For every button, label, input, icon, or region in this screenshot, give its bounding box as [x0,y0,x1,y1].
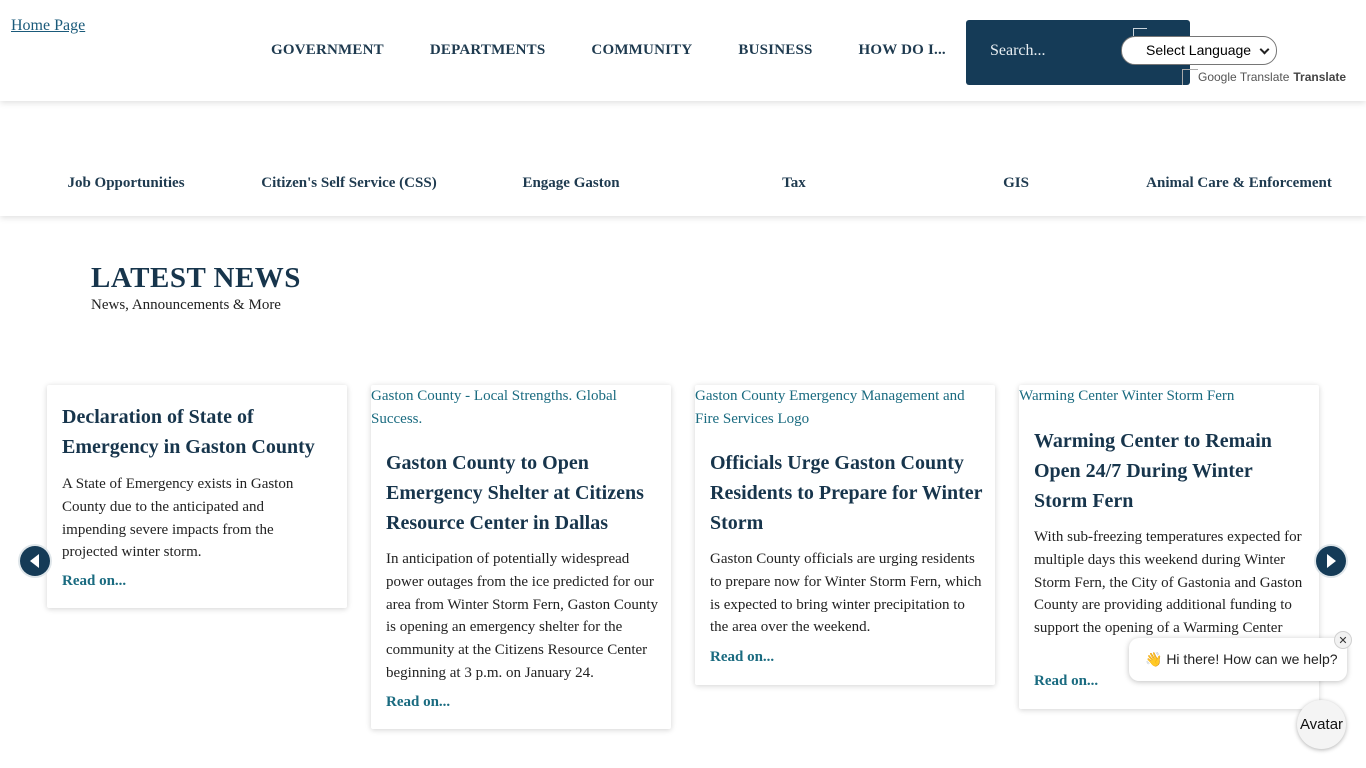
news-card: Gaston County Emergency Management and F… [695,385,995,685]
nav-how-do-i[interactable]: HOW DO I... [836,38,969,62]
news-card-image[interactable]: Gaston County Emergency Management and F… [695,385,990,431]
read-on-link[interactable]: Read on... [386,694,450,711]
arrow-left-icon [30,554,39,568]
main-nav: GOVERNMENT DEPARTMENTS COMMUNITY BUSINES… [248,38,969,62]
read-on-link[interactable]: Read on... [1034,673,1098,690]
news-card-title[interactable]: Warming Center to Remain Open 24/7 Durin… [1034,426,1294,516]
news-card-text: A State of Emergency exists in Gaston Co… [62,476,294,561]
news-card-text: Gaston County officials are urging resid… [710,551,982,636]
carousel-next-button[interactable] [1316,546,1346,576]
arrow-right-icon [1327,554,1336,568]
news-card: Gaston County - Local Strengths. Global … [371,385,671,729]
translate-label[interactable]: Translate [1293,70,1346,84]
nav-departments[interactable]: DEPARTMENTS [407,38,569,62]
news-card-image[interactable]: Gaston County - Local Strengths. Global … [371,385,661,431]
quick-links-bar: Job Opportunities Citizen's Self Service… [0,101,1366,216]
news-heading: LATEST NEWS [91,262,301,294]
chat-greeting-bubble[interactable]: 👋 Hi there! How can we help? [1129,638,1347,681]
search-input[interactable] [990,42,1100,60]
news-card-title[interactable]: Officials Urge Gaston County Residents t… [710,448,985,538]
carousel-prev-button[interactable] [20,546,50,576]
news-card-text: With sub-freezing temperatures expected … [1034,529,1303,637]
site-header: Home Page GOVERNMENT DEPARTMENTS COMMUNI… [0,0,1366,101]
chevron-down-icon [1259,44,1270,55]
broken-image-icon [1182,69,1198,85]
quicklink-citizens-self-service[interactable]: Citizen's Self Service (CSS) [261,175,436,192]
quicklink-tax[interactable]: Tax [782,175,806,192]
google-translate-logo: Google Translate [1182,69,1289,85]
quicklink-animal-care[interactable]: Animal Care & Enforcement [1146,175,1332,192]
quicklink-job-opportunities[interactable]: Job Opportunities [67,175,184,192]
news-card-text: In anticipation of potentially widesprea… [386,551,658,681]
google-translate-alt: Google Translate [1198,70,1290,84]
google-translate-attribution: Google Translate Translate [1182,69,1346,85]
nav-government[interactable]: GOVERNMENT [248,38,407,62]
language-select-value: Select Language [1146,42,1252,58]
language-select[interactable]: Select Language [1121,36,1277,65]
read-on-link[interactable]: Read on... [62,573,126,590]
nav-community[interactable]: COMMUNITY [568,38,715,62]
quicklink-engage-gaston[interactable]: Engage Gaston [522,175,619,192]
news-card-image[interactable]: Warming Center Winter Storm Fern [1019,385,1314,408]
chat-avatar-button[interactable]: Avatar [1297,700,1346,749]
news-subheading: News, Announcements & More [91,297,281,313]
news-card-title[interactable]: Declaration of State of Emergency in Gas… [62,402,332,462]
nav-business[interactable]: BUSINESS [715,38,835,62]
search-icon[interactable] [1133,28,1147,36]
read-on-link[interactable]: Read on... [710,649,774,666]
home-page-logo-link[interactable]: Home Page [11,17,85,35]
news-card-title[interactable]: Gaston County to Open Emergency Shelter … [386,448,656,538]
quicklink-gis[interactable]: GIS [1003,175,1029,192]
news-card: Declaration of State of Emergency in Gas… [47,385,347,608]
chat-close-button[interactable]: ✕ [1334,631,1352,649]
